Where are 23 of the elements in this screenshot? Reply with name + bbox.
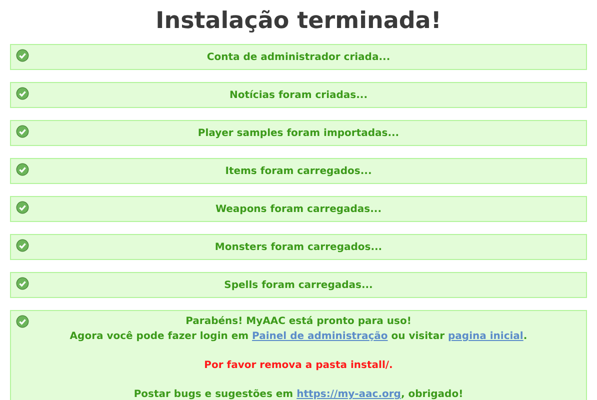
text-link[interactable]: https://my-aac.org — [296, 389, 401, 400]
text-link[interactable]: pagina inicial — [448, 331, 524, 342]
page-title: Instalação terminada! — [154, 8, 442, 34]
message-text: Parabéns! MyAAC está pronto para uso! — [186, 315, 412, 329]
check-icon — [16, 277, 29, 290]
status-text: Weapons foram carregadas... — [215, 202, 382, 216]
check-icon — [16, 49, 29, 62]
check-icon — [16, 239, 29, 252]
check-icon — [16, 87, 29, 100]
status-text: Notícias foram criadas... — [229, 88, 368, 102]
check-icon — [16, 201, 29, 214]
status-text: Conta de administrador criada... — [206, 50, 390, 64]
status-text: Monsters foram carregados... — [214, 240, 382, 254]
status-text: Spells foram carregadas... — [224, 278, 373, 292]
message-text: Agora você pode fazer login em Painel de administração ou visitar pagina inicial. — [70, 330, 528, 344]
check-icon — [16, 125, 29, 138]
status-text: Items foram carregados... — [225, 164, 372, 178]
message-text: Postar bugs e sugestões em https://my-aac.org, obrigado! — [134, 388, 464, 400]
check-icon — [16, 163, 29, 176]
warning-text: Por favor remova a pasta install/. — [204, 359, 393, 373]
status-text: Player samples foram importadas... — [198, 126, 400, 140]
text-link[interactable]: Painel de administração — [252, 331, 388, 342]
check-icon — [16, 315, 29, 328]
